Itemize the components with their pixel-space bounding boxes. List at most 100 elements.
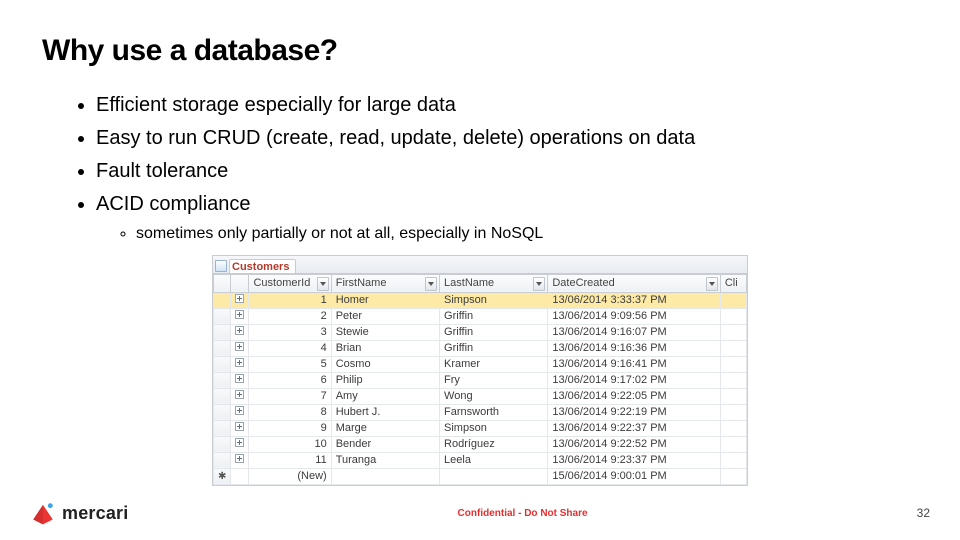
table-row[interactable]: 4BrianGriffin13/06/2014 9:16:36 PM [214,340,747,356]
expand-cell[interactable] [231,404,249,420]
cell-lastname[interactable]: Griffin [440,340,548,356]
table-tab-label[interactable]: Customers [229,259,296,273]
cell-cli[interactable] [720,356,746,372]
cell-firstname[interactable]: Bender [331,436,439,452]
cell-firstname[interactable]: Hubert J. [331,404,439,420]
cell-firstname[interactable]: Peter [331,308,439,324]
cell-lastname[interactable]: Griffin [440,308,548,324]
expand-icon[interactable] [235,390,244,399]
cell-lastname[interactable]: Rodríguez [440,436,548,452]
cell-cli[interactable] [720,372,746,388]
expand-icon[interactable] [235,310,244,319]
cell-lastname[interactable]: Leela [440,452,548,468]
table-row[interactable]: 10BenderRodríguez13/06/2014 9:22:52 PM [214,436,747,452]
cell-firstname[interactable]: Marge [331,420,439,436]
cell-cli[interactable] [720,308,746,324]
expand-icon[interactable] [235,438,244,447]
cell-customerid[interactable]: 8 [249,404,331,420]
expand-icon[interactable] [235,342,244,351]
cell-cli[interactable] [720,340,746,356]
expand-cell[interactable] [231,388,249,404]
cell-datecreated[interactable]: 13/06/2014 9:16:41 PM [548,356,721,372]
cell-customerid[interactable]: 1 [249,292,331,308]
cell-datecreated[interactable]: 13/06/2014 9:16:36 PM [548,340,721,356]
cell-customerid[interactable]: 5 [249,356,331,372]
cell-customerid[interactable]: 6 [249,372,331,388]
table-row[interactable]: 2PeterGriffin13/06/2014 9:09:56 PM [214,308,747,324]
expand-icon[interactable] [235,326,244,335]
cell-cli[interactable] [720,468,746,484]
expand-cell[interactable] [231,452,249,468]
expand-cell[interactable] [231,324,249,340]
expand-cell[interactable] [231,356,249,372]
dropdown-icon[interactable] [317,277,329,291]
cell-cli[interactable] [720,404,746,420]
cell-customerid[interactable]: 10 [249,436,331,452]
cell-customerid[interactable]: 2 [249,308,331,324]
expand-icon[interactable] [235,454,244,463]
cell-cli[interactable] [720,388,746,404]
column-header-customerid[interactable]: CustomerId [249,274,331,292]
expand-cell[interactable] [231,292,249,308]
cell-datecreated[interactable]: 13/06/2014 9:23:37 PM [548,452,721,468]
cell-customerid[interactable]: (New) [249,468,331,484]
table-row[interactable]: 6PhilipFry13/06/2014 9:17:02 PM [214,372,747,388]
cell-datecreated[interactable]: 13/06/2014 9:16:07 PM [548,324,721,340]
cell-firstname[interactable]: Philip [331,372,439,388]
cell-firstname[interactable]: Homer [331,292,439,308]
column-header-cli[interactable]: Cli [720,274,746,292]
cell-lastname[interactable]: Wong [440,388,548,404]
cell-datecreated[interactable]: 13/06/2014 9:22:37 PM [548,420,721,436]
table-row[interactable]: 11TurangaLeela13/06/2014 9:23:37 PM [214,452,747,468]
cell-cli[interactable] [720,324,746,340]
column-header-lastname[interactable]: LastName [440,274,548,292]
column-header-firstname[interactable]: FirstName [331,274,439,292]
cell-firstname[interactable] [331,468,439,484]
expand-icon[interactable] [235,358,244,367]
table-row[interactable]: 8Hubert J.Farnsworth13/06/2014 9:22:19 P… [214,404,747,420]
cell-customerid[interactable]: 4 [249,340,331,356]
expand-icon[interactable] [235,422,244,431]
cell-cli[interactable] [720,436,746,452]
cell-firstname[interactable]: Turanga [331,452,439,468]
cell-lastname[interactable]: Fry [440,372,548,388]
table-row[interactable]: 3StewieGriffin13/06/2014 9:16:07 PM [214,324,747,340]
expand-cell[interactable] [231,372,249,388]
cell-datecreated[interactable]: 15/06/2014 9:00:01 PM [548,468,721,484]
expand-cell[interactable] [231,420,249,436]
expand-icon[interactable] [235,294,244,303]
cell-lastname[interactable]: Griffin [440,324,548,340]
cell-firstname[interactable]: Cosmo [331,356,439,372]
expand-icon[interactable] [235,406,244,415]
cell-lastname[interactable]: Farnsworth [440,404,548,420]
cell-lastname[interactable] [440,468,548,484]
cell-customerid[interactable]: 7 [249,388,331,404]
cell-customerid[interactable]: 11 [249,452,331,468]
cell-lastname[interactable]: Simpson [440,292,548,308]
expand-icon[interactable] [235,374,244,383]
cell-lastname[interactable]: Simpson [440,420,548,436]
table-row[interactable]: 1HomerSimpson13/06/2014 3:33:37 PM [214,292,747,308]
cell-lastname[interactable]: Kramer [440,356,548,372]
table-row[interactable]: 7AmyWong13/06/2014 9:22:05 PM [214,388,747,404]
cell-cli[interactable] [720,420,746,436]
cell-firstname[interactable]: Amy [331,388,439,404]
cell-customerid[interactable]: 3 [249,324,331,340]
dropdown-icon[interactable] [706,277,718,291]
cell-datecreated[interactable]: 13/06/2014 9:09:56 PM [548,308,721,324]
table-row[interactable]: 5CosmoKramer13/06/2014 9:16:41 PM [214,356,747,372]
column-header-datecreated[interactable]: DateCreated [548,274,721,292]
cell-cli[interactable] [720,292,746,308]
table-new-row[interactable]: ✱(New)15/06/2014 9:00:01 PM [214,468,747,484]
dropdown-icon[interactable] [533,277,545,291]
expand-cell[interactable] [231,436,249,452]
expand-cell[interactable] [231,340,249,356]
dropdown-icon[interactable] [425,277,437,291]
table-row[interactable]: 9MargeSimpson13/06/2014 9:22:37 PM [214,420,747,436]
cell-datecreated[interactable]: 13/06/2014 3:33:37 PM [548,292,721,308]
cell-datecreated[interactable]: 13/06/2014 9:22:05 PM [548,388,721,404]
cell-firstname[interactable]: Brian [331,340,439,356]
cell-firstname[interactable]: Stewie [331,324,439,340]
expand-cell[interactable] [231,308,249,324]
cell-datecreated[interactable]: 13/06/2014 9:17:02 PM [548,372,721,388]
